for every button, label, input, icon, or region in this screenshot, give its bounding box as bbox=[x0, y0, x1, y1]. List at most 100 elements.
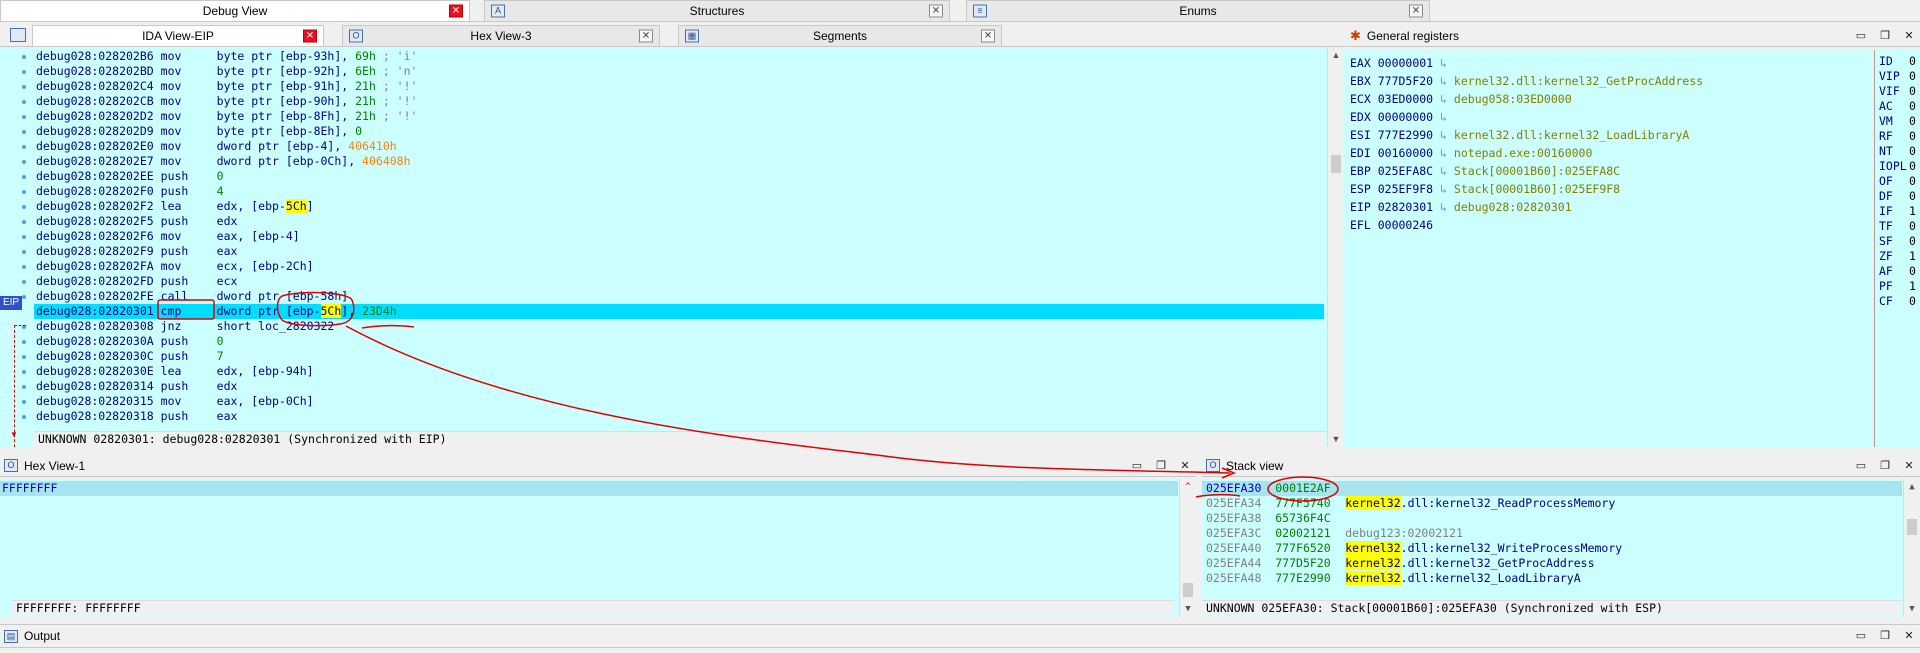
register-value[interactable]: 00000246 bbox=[1378, 218, 1433, 232]
jump-to-icon[interactable]: ↳ bbox=[1440, 128, 1447, 142]
register-value[interactable]: 03ED0000 bbox=[1378, 92, 1433, 106]
close-icon[interactable]: ✕ bbox=[1902, 29, 1916, 43]
minimize-icon[interactable]: ▭ bbox=[1854, 629, 1868, 643]
scroll-thumb[interactable] bbox=[1183, 583, 1193, 597]
disasm-line[interactable]: debug028:028202FE call dword ptr [ebp-58h… bbox=[36, 289, 348, 304]
restore-icon[interactable]: ❐ bbox=[1878, 629, 1892, 643]
flag-value[interactable]: 0 bbox=[1909, 234, 1916, 248]
scroll-down-icon[interactable]: ▼ bbox=[1328, 431, 1344, 447]
register-value[interactable]: 025EF9F8 bbox=[1378, 182, 1433, 196]
flag-value[interactable]: 0 bbox=[1909, 54, 1916, 68]
jump-to-icon[interactable]: ↳ bbox=[1440, 182, 1447, 196]
ida-scrollbar[interactable]: ▲ ▼ bbox=[1327, 47, 1344, 447]
tab-structures[interactable]: A Structures ✕ bbox=[484, 0, 950, 21]
jump-to-icon[interactable]: ↳ bbox=[1440, 56, 1447, 70]
flag-row[interactable]: RF 0 bbox=[1879, 129, 1919, 144]
close-icon[interactable]: ✕ bbox=[1902, 459, 1916, 473]
register-row[interactable]: EAX 00000001 ↳ bbox=[1350, 54, 1447, 72]
disasm-line[interactable]: debug028:028202E0 mov dword ptr [ebp-4], … bbox=[36, 139, 397, 154]
disasm-line[interactable]: debug028:028202C4 mov byte ptr [ebp-91h],… bbox=[36, 79, 417, 94]
minimize-icon[interactable]: ▭ bbox=[1854, 459, 1868, 473]
registers-panel[interactable]: EAX 00000001 ↳ EBX 777D5F20 ↳ kernel32.dl… bbox=[1346, 50, 1871, 447]
disasm-line[interactable]: debug028:0282030C push 7 bbox=[36, 349, 224, 364]
disasm-line[interactable]: debug028:02820301 cmp dword ptr [ebp-5Ch]… bbox=[34, 304, 1324, 319]
stack-row[interactable]: 025EFA40 777F6520 kernel32.dll:kernel32_W… bbox=[1206, 541, 1622, 556]
stack-row[interactable]: 025EFA30 0001E2AF bbox=[1206, 481, 1345, 496]
stack-value[interactable]: 777F5740 bbox=[1275, 496, 1345, 511]
flag-row[interactable]: SF 0 bbox=[1879, 234, 1919, 249]
tab-segments[interactable]: ▦ Segments ✕ bbox=[678, 25, 1002, 46]
disasm-line[interactable]: debug028:028202F2 lea edx, [ebp-5Ch] bbox=[36, 199, 314, 214]
register-row[interactable]: EIP 02820301 ↳ debug028:02820301 bbox=[1350, 198, 1572, 216]
flag-value[interactable]: 0 bbox=[1909, 99, 1916, 113]
jump-to-icon[interactable]: ↳ bbox=[1440, 74, 1447, 88]
register-row[interactable]: EFL 00000246 bbox=[1350, 216, 1433, 234]
disasm-line[interactable]: debug028:028202D2 mov byte ptr [ebp-8Fh],… bbox=[36, 109, 417, 124]
flag-row[interactable]: CF 0 bbox=[1879, 294, 1919, 309]
register-value[interactable]: 00160000 bbox=[1378, 146, 1433, 160]
disasm-line[interactable]: debug028:028202F5 push edx bbox=[36, 214, 237, 229]
stack-row[interactable]: 025EFA38 65736F4C bbox=[1206, 511, 1345, 526]
disasm-line[interactable]: debug028:02820318 push eax bbox=[36, 409, 237, 424]
flag-value[interactable]: 0 bbox=[1909, 159, 1916, 173]
flag-row[interactable]: ID 0 bbox=[1879, 54, 1919, 69]
flag-value[interactable]: 1 bbox=[1909, 204, 1916, 218]
minimize-icon[interactable]: ▭ bbox=[1854, 29, 1868, 43]
scroll-up-icon[interactable]: ▲ bbox=[1328, 47, 1344, 63]
stack-row[interactable]: 025EFA34 777F5740 kernel32.dll:kernel32_R… bbox=[1206, 496, 1615, 511]
restore-icon[interactable]: ❐ bbox=[1878, 459, 1892, 473]
restore-icon[interactable]: ❐ bbox=[1154, 459, 1168, 473]
register-symbol[interactable]: kernel32.dll:kernel32_GetProcAddress bbox=[1454, 74, 1703, 88]
disasm-line[interactable]: debug028:028202B6 mov byte ptr [ebp-93h],… bbox=[36, 49, 417, 64]
register-symbol[interactable]: notepad.exe:00160000 bbox=[1454, 146, 1592, 160]
stack-symbol[interactable]: .dll:kernel32_ReadProcessMemory bbox=[1401, 496, 1616, 510]
disasm-line[interactable]: debug028:028202CB mov byte ptr [ebp-90h],… bbox=[36, 94, 417, 109]
disasm-line[interactable]: debug028:02820315 mov eax, [ebp-0Ch] bbox=[36, 394, 314, 409]
flags-panel[interactable]: ID 0 VIP 0 VIF 0 AC 0 VM 0 RF 0 NT 0 IOPL 0 OF 0 DF 0 IF 1 TF 0… bbox=[1874, 50, 1920, 447]
close-icon[interactable]: ✕ bbox=[449, 4, 463, 18]
tab-enums[interactable]: ≡ Enums ✕ bbox=[966, 0, 1430, 21]
scroll-up-icon[interactable]: ^ bbox=[1180, 479, 1196, 495]
stack-value[interactable]: 02002121 bbox=[1275, 526, 1345, 541]
disasm-listing[interactable]: debug028:028202B6 mov byte ptr [ebp-93h],… bbox=[0, 49, 1325, 429]
stack-symbol[interactable]: debug123:02002121 bbox=[1345, 526, 1463, 540]
register-row[interactable]: ESI 777E2990 ↳ kernel32.dll:kernel32_Loa… bbox=[1350, 126, 1689, 144]
flag-row[interactable]: DF 0 bbox=[1879, 189, 1919, 204]
flag-value[interactable]: 0 bbox=[1909, 129, 1916, 143]
flag-value[interactable]: 0 bbox=[1909, 219, 1916, 233]
flag-row[interactable]: NT 0 bbox=[1879, 144, 1919, 159]
scroll-down-icon[interactable]: ▼ bbox=[1180, 601, 1196, 617]
flag-value[interactable]: 0 bbox=[1909, 189, 1916, 203]
flag-row[interactable]: PF 1 bbox=[1879, 279, 1919, 294]
flag-value[interactable]: 0 bbox=[1909, 84, 1916, 98]
register-row[interactable]: ESP 025EF9F8 ↳ Stack[00001B60]:025EF9F8 bbox=[1350, 180, 1620, 198]
disassembly-panel[interactable]: EIP ▼ debug028:028202B6 mov byte ptr [ebp… bbox=[0, 47, 1345, 447]
flag-row[interactable]: TF 0 bbox=[1879, 219, 1919, 234]
flag-row[interactable]: VIP 0 bbox=[1879, 69, 1919, 84]
register-value[interactable]: 025EFA8C bbox=[1378, 164, 1433, 178]
flag-value[interactable]: 0 bbox=[1909, 174, 1916, 188]
disasm-line[interactable]: debug028:028202FA mov ecx, [ebp-2Ch] bbox=[36, 259, 314, 274]
register-row[interactable]: ECX 03ED0000 ↳ debug058:03ED0000 bbox=[1350, 90, 1572, 108]
jump-to-icon[interactable]: ↳ bbox=[1440, 92, 1447, 106]
flag-row[interactable]: AC 0 bbox=[1879, 99, 1919, 114]
stack-value[interactable]: 777E2990 bbox=[1275, 571, 1345, 586]
flag-row[interactable]: ZF 1 bbox=[1879, 249, 1919, 264]
register-row[interactable]: EBX 777D5F20 ↳ kernel32.dll:kernel32_Get… bbox=[1350, 72, 1703, 90]
disasm-line[interactable]: debug028:028202D9 mov byte ptr [ebp-8Eh],… bbox=[36, 124, 362, 139]
flag-row[interactable]: IF 1 bbox=[1879, 204, 1919, 219]
register-value[interactable]: 00000000 bbox=[1378, 110, 1433, 124]
disasm-line[interactable]: debug028:02820308 jnz short loc_2820322 bbox=[36, 319, 334, 334]
register-symbol[interactable]: debug028:02820301 bbox=[1454, 200, 1572, 214]
hex-scrollbar[interactable]: ^ ▼ bbox=[1179, 479, 1196, 617]
register-row[interactable]: EDX 00000000 ↳ bbox=[1350, 108, 1447, 126]
jump-to-icon[interactable]: ↳ bbox=[1440, 146, 1447, 160]
flag-value[interactable]: 1 bbox=[1909, 249, 1916, 263]
scroll-up-icon[interactable]: ▲ bbox=[1904, 479, 1920, 495]
stack-value[interactable]: 65736F4C bbox=[1275, 511, 1345, 526]
stack-value[interactable]: 777D5F20 bbox=[1275, 556, 1345, 571]
scroll-thumb[interactable] bbox=[1907, 519, 1917, 535]
flag-value[interactable]: 1 bbox=[1909, 279, 1916, 293]
stack-panel[interactable]: 025EFA30 0001E2AF 025EFA34 777F5740 kernel… bbox=[1202, 479, 1920, 617]
close-icon[interactable]: ✕ bbox=[303, 29, 317, 43]
